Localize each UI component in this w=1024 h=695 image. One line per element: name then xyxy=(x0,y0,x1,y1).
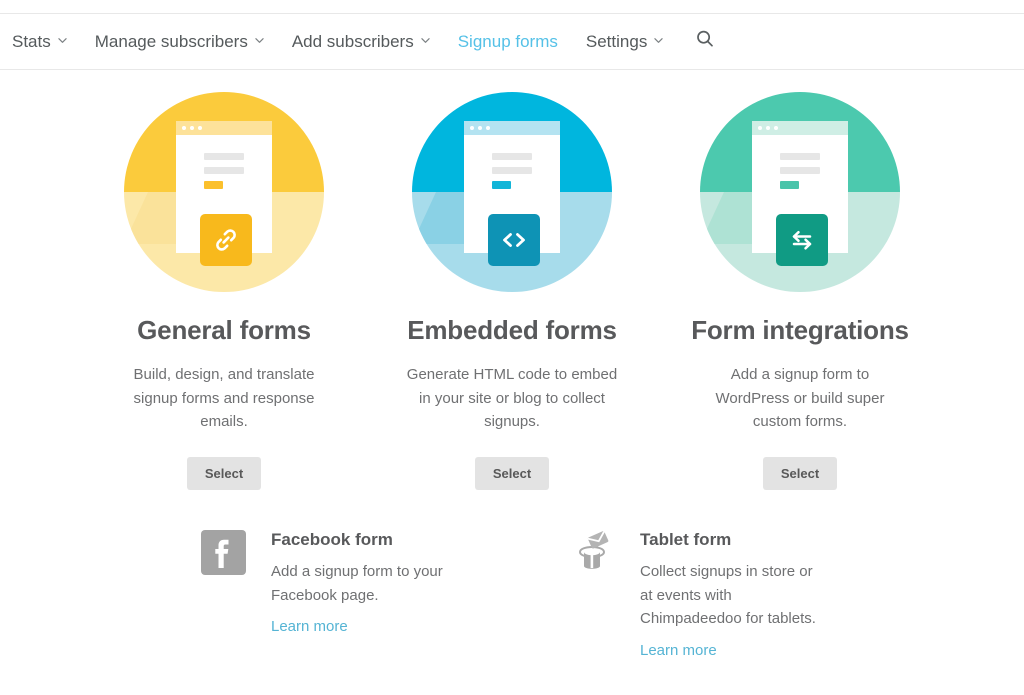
embedded-forms-illustration xyxy=(412,92,612,292)
mockup-field-bar xyxy=(492,153,532,160)
chevron-down-icon xyxy=(58,36,67,45)
card-title: General forms xyxy=(137,315,311,345)
window-dot xyxy=(758,126,762,130)
mockup-field-bar xyxy=(780,167,820,174)
form-integrations-illustration xyxy=(700,92,900,292)
card-title: Embedded forms xyxy=(407,315,617,345)
window-dot xyxy=(774,126,778,130)
link-icon xyxy=(211,225,241,255)
select-button-form-integrations[interactable]: Select xyxy=(762,456,838,490)
nav-item-label: Settings xyxy=(585,31,648,51)
nav-item-settings[interactable]: Settings xyxy=(585,31,664,52)
magic-hat-envelope-icon-wrap xyxy=(569,530,615,576)
nav-item-label: Signup forms xyxy=(457,31,558,51)
search-icon xyxy=(695,29,715,54)
window-dot xyxy=(470,126,474,130)
mockup-body xyxy=(464,135,560,189)
chevron-down-icon xyxy=(654,36,664,45)
mockup-body xyxy=(176,135,272,189)
select-button-embedded-forms[interactable]: Select xyxy=(474,456,550,490)
window-dot xyxy=(198,126,202,130)
facebook-icon xyxy=(200,530,246,575)
window-dot xyxy=(478,126,482,130)
window-dot xyxy=(766,126,770,130)
card-embedded-forms: Embedded forms Generate HTML code to emb… xyxy=(368,92,656,490)
learn-more-link-facebook[interactable]: Learn more xyxy=(271,618,348,635)
mini-description: Add a signup form to your Facebook page. xyxy=(271,563,443,604)
nav-item-label: Add subscribers xyxy=(291,31,414,51)
exchange-arrows-icon xyxy=(786,224,818,256)
mini-facebook-form: Facebook form Add a signup form to your … xyxy=(200,530,455,660)
mockup-titlebar xyxy=(464,121,560,135)
secondary-features-row: Facebook form Add a signup form to your … xyxy=(0,530,1024,660)
mini-title: Facebook form xyxy=(271,530,393,549)
mockup-titlebar xyxy=(752,121,848,135)
mockup-field-bar xyxy=(780,153,820,160)
mockup-submit-bar xyxy=(492,181,511,189)
window-dot xyxy=(190,126,194,130)
mini-tablet-form: Tablet form Collect signups in store or … xyxy=(569,530,824,660)
select-button-general-forms[interactable]: Select xyxy=(186,456,262,490)
chevron-down-icon xyxy=(255,36,264,45)
link-icon-badge xyxy=(200,214,252,266)
mockup-field-bar xyxy=(204,153,244,160)
mockup-body xyxy=(752,135,848,189)
mockup-submit-bar xyxy=(780,181,799,189)
magic-hat-envelope-icon xyxy=(569,530,615,581)
nav-item-label: Manage subscribers xyxy=(94,31,248,51)
mockup-submit-bar xyxy=(204,181,223,189)
mockup-field-bar xyxy=(204,167,244,174)
general-forms-illustration xyxy=(124,92,324,292)
learn-more-link-tablet[interactable]: Learn more xyxy=(640,642,717,659)
nav-item-stats[interactable]: Stats xyxy=(12,32,67,52)
facebook-icon-wrap xyxy=(200,530,246,576)
mini-body: Facebook form Add a signup form to your … xyxy=(271,530,455,660)
mockup-field-bar xyxy=(492,167,532,174)
card-description: Generate HTML code to embed in your site… xyxy=(406,366,618,430)
nav-item-manage-subscribers[interactable]: Manage subscribers xyxy=(95,32,264,52)
window-dot xyxy=(486,126,490,130)
feature-cards-row: General forms Build, design, and transla… xyxy=(0,92,1024,490)
exchange-arrows-icon-badge xyxy=(776,214,828,266)
mini-body: Tablet form Collect signups in store or … xyxy=(640,530,824,660)
nav-item-add-subscribers[interactable]: Add subscribers xyxy=(292,32,430,52)
card-form-integrations: Form integrations Add a signup form to W… xyxy=(656,92,944,490)
card-general-forms: General forms Build, design, and transla… xyxy=(80,92,368,490)
code-icon xyxy=(498,224,530,256)
window-dot xyxy=(182,126,186,130)
nav-item-signup-forms[interactable]: Signup forms xyxy=(458,32,558,52)
mini-title: Tablet form xyxy=(640,530,732,549)
nav-item-label: Stats xyxy=(12,31,51,51)
card-title: Form integrations xyxy=(691,315,909,345)
card-description: Build, design, and translate signup form… xyxy=(133,366,315,430)
card-description: Add a signup form to WordPress or build … xyxy=(715,366,885,430)
search-button[interactable] xyxy=(693,30,717,54)
main-navigation-bar: Stats Manage subscribers Add subscribers… xyxy=(0,13,1024,70)
mockup-titlebar xyxy=(176,121,272,135)
mini-description: Collect signups in store or at events wi… xyxy=(640,563,816,627)
code-icon-badge xyxy=(488,214,540,266)
chevron-down-icon xyxy=(421,36,430,45)
